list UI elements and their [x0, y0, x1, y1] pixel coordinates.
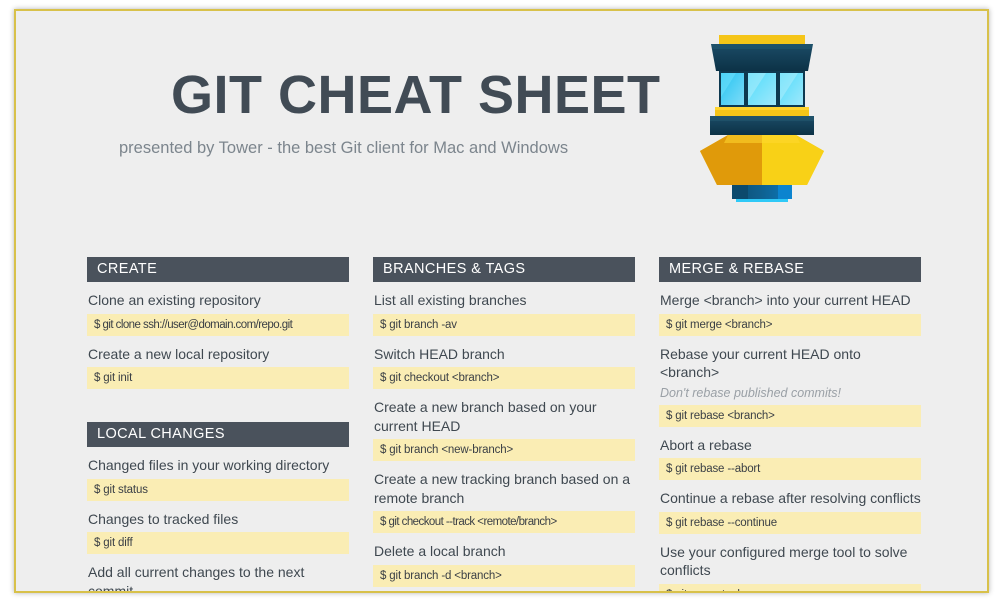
- section-create: CREATE Clone an existing repository $ gi…: [87, 257, 349, 389]
- entry-clone-repository: Clone an existing repository $ git clone…: [87, 291, 349, 336]
- entry-init-repository: Create a new local repository $ git init: [87, 345, 349, 389]
- section-branches-and-tags: BRANCHES & TAGS List all existing branch…: [373, 257, 635, 587]
- entry-description: Rebase your current HEAD onto <branch>: [660, 345, 861, 381]
- entry-rebase: Rebase your current HEAD onto <branch> D…: [659, 345, 921, 427]
- entry-description: Create a new tracking branch based on a …: [374, 471, 631, 506]
- command-box[interactable]: $ git clone ssh://user@domain.com/repo.g…: [87, 313, 349, 336]
- entry-tracking-branch: Create a new tracking branch based on a …: [373, 470, 635, 533]
- command-box[interactable]: $ git branch <new-branch>: [373, 439, 635, 461]
- entry-description: Clone an existing repository: [88, 292, 261, 308]
- entry-description: Abort a rebase: [660, 436, 752, 453]
- command-box[interactable]: $ git branch -av: [373, 313, 635, 336]
- entry-rebase-continue: Continue a rebase after resolving confli…: [659, 489, 921, 534]
- entry-description: Changed files in your working directory: [88, 457, 330, 473]
- tower-lighthouse-logo: [692, 27, 832, 203]
- command-box[interactable]: $ git diff: [87, 532, 349, 554]
- command-box[interactable]: $ git merge <branch>: [659, 313, 921, 336]
- column-right: MERGE & REBASE Merge <branch> into your …: [659, 257, 921, 591]
- entry-list-branches: List all existing branches $ git branch …: [373, 291, 635, 336]
- entry-description: Switch HEAD branch: [374, 345, 505, 362]
- cheat-sheet-page: GIT CHEAT SHEET presented by Tower - the…: [0, 0, 1000, 600]
- entry-description: List all existing branches: [374, 292, 527, 308]
- entry-description: Create a new branch based on your curren…: [374, 399, 597, 434]
- command-box[interactable]: $ git branch -d <branch>: [373, 564, 635, 587]
- entry-description: Continue a rebase after resolving confli…: [660, 490, 921, 506]
- entry-description: Changes to tracked files: [88, 510, 239, 527]
- command-box[interactable]: $ git init: [87, 367, 349, 389]
- entry-merge: Merge <branch> into your current HEAD $ …: [659, 291, 921, 336]
- entry-delete-branch: Delete a local branch $ git branch -d <b…: [373, 542, 635, 587]
- entry-switch-head: Switch HEAD branch $ git checkout <branc…: [373, 345, 635, 389]
- column-middle: BRANCHES & TAGS List all existing branch…: [373, 257, 635, 591]
- command-box[interactable]: $ git checkout <branch>: [373, 367, 635, 389]
- entry-description: Add all current changes to the next comm…: [88, 564, 305, 593]
- section-header-local-changes: LOCAL CHANGES: [87, 422, 349, 447]
- entry-description: Use your configured merge tool to solve …: [660, 543, 908, 579]
- entry-warning-note: Don't rebase published commits!: [660, 385, 841, 400]
- entry-status: Changed files in your working directory …: [87, 456, 349, 501]
- entry-rebase-abort: Abort a rebase $ git rebase --abort: [659, 436, 921, 480]
- page-subtitle: presented by Tower - the best Git client…: [119, 139, 569, 157]
- command-box[interactable]: $ git mergetool: [659, 583, 921, 591]
- entry-new-branch: Create a new branch based on your curren…: [373, 398, 635, 461]
- entry-mergetool: Use your configured merge tool to solve …: [659, 543, 921, 591]
- section-local-changes: LOCAL CHANGES Changed files in your work…: [87, 422, 349, 593]
- page-frame: GIT CHEAT SHEET presented by Tower - the…: [14, 9, 989, 593]
- entry-description: Create a new local repository: [88, 345, 270, 362]
- command-box[interactable]: $ git rebase --abort: [659, 458, 921, 480]
- column-left: CREATE Clone an existing repository $ gi…: [87, 257, 349, 593]
- section-header-branches-and-tags: BRANCHES & TAGS: [373, 257, 635, 282]
- command-box[interactable]: $ git status: [87, 478, 349, 501]
- entry-description: Delete a local branch: [374, 543, 506, 559]
- entry-diff: Changes to tracked files $ git diff: [87, 510, 349, 554]
- command-box[interactable]: $ git rebase <branch>: [659, 404, 921, 427]
- command-box[interactable]: $ git rebase --continue: [659, 511, 921, 534]
- page-title: GIT CHEAT SHEET: [171, 65, 661, 125]
- section-merge-and-rebase: MERGE & REBASE Merge <branch> into your …: [659, 257, 921, 591]
- section-header-create: CREATE: [87, 257, 349, 282]
- page-header: GIT CHEAT SHEET presented by Tower - the…: [16, 11, 987, 231]
- section-header-merge-and-rebase: MERGE & REBASE: [659, 257, 921, 282]
- entry-add: Add all current changes to the next comm…: [87, 563, 349, 593]
- entry-description: Merge <branch> into your current HEAD: [660, 292, 911, 308]
- command-box[interactable]: $ git checkout --track <remote/branch>: [373, 511, 635, 533]
